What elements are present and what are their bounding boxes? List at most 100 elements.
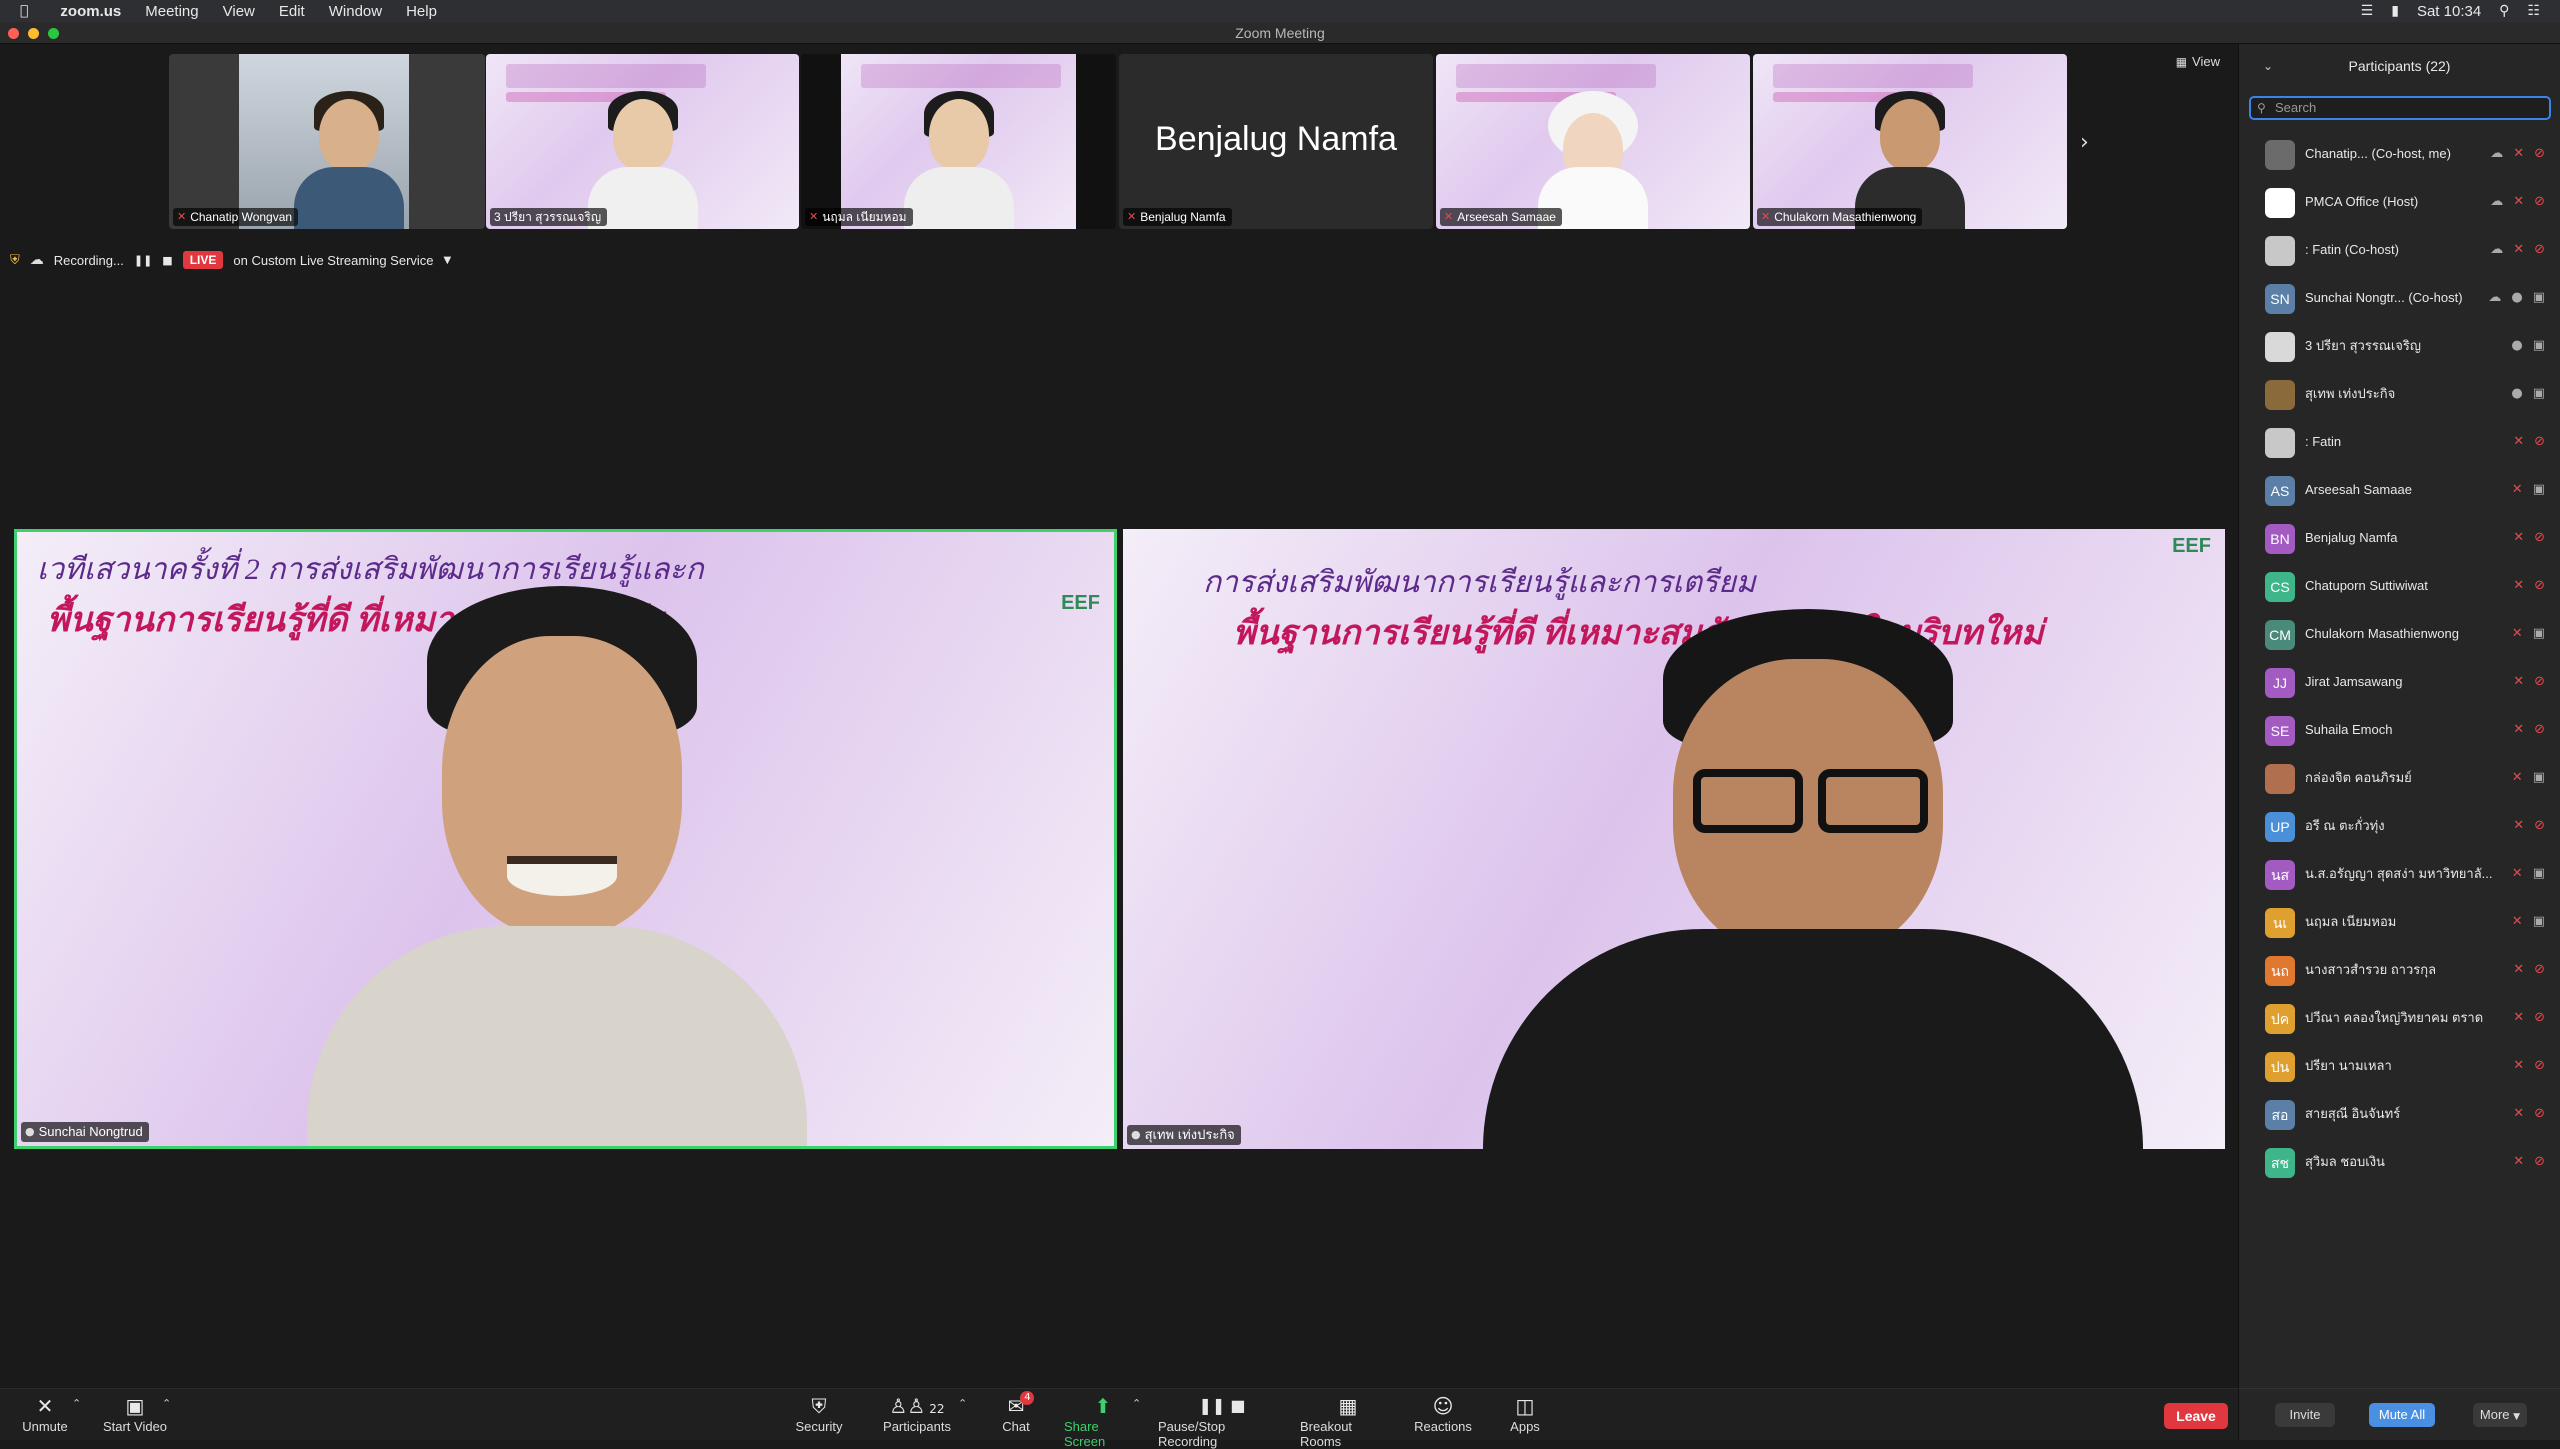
cloud-icon: ☁ <box>2488 290 2502 305</box>
mic-muted-icon: ✕ <box>809 210 819 223</box>
battery-icon[interactable]: ▮ <box>2391 3 2399 19</box>
video-options-caret[interactable]: ⌃ <box>162 1397 171 1410</box>
reactions-button[interactable]: ☺ Reactions <box>1414 1393 1472 1434</box>
avatar: SE <box>2265 716 2295 746</box>
participant-name: PMCA Office (Host) <box>2305 194 2419 209</box>
avatar: AS <box>2265 476 2295 506</box>
avatar: นส <box>2265 860 2295 890</box>
participant-status-icons: ✕ ⊘ <box>2513 514 2545 562</box>
menu-edit[interactable]: Edit <box>279 3 305 20</box>
participant-row[interactable]: CS Chatuporn Suttiwiwat ✕ ⊘ <box>2239 562 2560 610</box>
chat-button[interactable]: ✉ 4 Chat <box>998 1391 1035 1434</box>
thumbnail-video[interactable]: ✕ Chanatip Wongvan <box>169 54 485 229</box>
participant-row[interactable]: BN Benjalug Namfa ✕ ⊘ <box>2239 514 2560 562</box>
security-button[interactable]: ⛨ Security <box>790 1393 848 1434</box>
participant-name: ปวีณา คลองใหญ่วิทยาคม ตราด <box>2305 1010 2484 1025</box>
menu-window[interactable]: Window <box>329 3 382 20</box>
unmute-button[interactable]: ✕ Unmute <box>22 1393 68 1434</box>
search-input[interactable]: ⚲ Search <box>2249 96 2551 120</box>
participant-row[interactable]: นถ นางสาวสำรวย ถาวรกุล ✕ ⊘ <box>2239 946 2560 994</box>
video-icon: ▣ <box>2532 914 2545 929</box>
participant-row[interactable]: ปค ปวีณา คลองใหญ่วิทยาคม ตราด ✕ ⊘ <box>2239 994 2560 1042</box>
search-icon[interactable]: ⚲ <box>2499 3 2509 19</box>
chevron-down-icon[interactable]: ▼ <box>444 255 452 266</box>
chevron-down-icon[interactable]: ⌄ <box>2263 44 2273 88</box>
participants-options-caret[interactable]: ⌃ <box>958 1397 967 1410</box>
participant-row[interactable]: : Fatin ✕ ⊘ <box>2239 418 2560 466</box>
participant-name-tag: ✕ Arseesah Samaae <box>1440 208 1562 226</box>
apps-icon: ◫ <box>1515 1394 1535 1418</box>
participant-row[interactable]: กล่องจิต คอนภิรมย์ ✕ ▣ <box>2239 754 2560 802</box>
control-center-icon[interactable]: ☷ <box>2527 3 2540 19</box>
video-off-icon: ▣ <box>125 1394 145 1418</box>
participant-row[interactable]: CM Chulakorn Masathienwong ✕ ▣ <box>2239 610 2560 658</box>
thumbnail-video[interactable]: ✕ Arseesah Samaae <box>1436 54 1750 229</box>
participant-row[interactable]: สุเทพ เท่งประกิจ ● ▣ <box>2239 370 2560 418</box>
mute-all-button[interactable]: Mute All <box>2369 1403 2435 1427</box>
thumbnail-video[interactable]: ✕ Chulakorn Masathienwong <box>1753 54 2067 229</box>
video-off-icon: ⊘ <box>2534 1106 2545 1121</box>
live-badge: LIVE <box>182 251 224 269</box>
participant-row[interactable]: Chanatip... (Co-host, me) ☁ ✕ ⊘ <box>2239 130 2560 178</box>
participant-row[interactable]: UP อรี ณ ตะกั่วทุ่ง ✕ ⊘ <box>2239 802 2560 850</box>
pause-recording-icon[interactable]: ❚❚ <box>134 254 152 267</box>
menu-view[interactable]: View <box>223 3 255 20</box>
stop-recording-icon[interactable]: ■ <box>162 254 172 267</box>
participant-name: Chanatip... (Co-host, me) <box>2305 146 2451 161</box>
participant-row[interactable]: 3 ปรียา สุวรรณเจริญ ● ▣ <box>2239 322 2560 370</box>
mic-muted-icon: ✕ <box>1761 210 1771 223</box>
microphone-icon: ● <box>2511 386 2523 401</box>
menu-help[interactable]: Help <box>406 3 437 20</box>
share-options-caret[interactable]: ⌃ <box>1132 1397 1141 1410</box>
video-off-icon: ⊘ <box>2534 434 2545 449</box>
leave-button[interactable]: Leave <box>2164 1403 2228 1429</box>
participant-row[interactable]: : Fatin (Co-host) ☁ ✕ ⊘ <box>2239 226 2560 274</box>
eef-logo: EEF <box>2172 535 2211 557</box>
video-off-icon: ⊘ <box>2534 242 2545 257</box>
menu-app-name[interactable]: zoom.us <box>60 3 121 20</box>
live-service-label[interactable]: on Custom Live Streaming Service <box>233 253 433 268</box>
wifi-icon[interactable]: ☰ <box>2361 3 2374 19</box>
invite-button[interactable]: Invite <box>2275 1403 2335 1427</box>
menu-meeting[interactable]: Meeting <box>145 3 198 20</box>
avatar <box>2265 236 2295 266</box>
microphone-muted-icon: ✕ <box>2511 914 2523 929</box>
speaker-video[interactable]: การส่งเสริมพัฒนาการเรียนรู้และการเตรียม … <box>1123 529 2225 1149</box>
share-screen-button[interactable]: ⬆ Share Screen <box>1064 1393 1142 1449</box>
menubar-clock[interactable]: Sat 10:34 <box>2417 3 2481 20</box>
video-off-icon: ⊘ <box>2534 1154 2545 1169</box>
avatar: CM <box>2265 620 2295 650</box>
next-page-arrow-icon[interactable]: › <box>2080 130 2089 155</box>
thumbnail-video[interactable]: ✕ นฤมล เนียมหอม <box>801 54 1116 229</box>
participant-row[interactable]: PMCA Office (Host) ☁ ✕ ⊘ <box>2239 178 2560 226</box>
apps-button[interactable]: ◫ Apps <box>1508 1393 1542 1434</box>
breakout-rooms-button[interactable]: ▦ Breakout Rooms <box>1300 1393 1396 1449</box>
participant-row[interactable]: สช สุวิมล ชอบเงิน ✕ ⊘ <box>2239 1138 2560 1186</box>
search-icon: ⚲ <box>2257 101 2266 115</box>
participant-row[interactable]: SE Suhaila Emoch ✕ ⊘ <box>2239 706 2560 754</box>
chat-icon: ✉ 4 <box>1008 1391 1035 1419</box>
speaker-video[interactable]: เวทีเสวนาครั้งที่ 2 การส่งเสริมพัฒนาการเ… <box>14 529 1117 1149</box>
thumbnail-video[interactable]: 3 ปรียา สุวรรณเจริญ <box>486 54 799 229</box>
audio-options-caret[interactable]: ⌃ <box>72 1397 81 1410</box>
mic-muted-icon: ✕ <box>1127 210 1137 223</box>
participant-row[interactable]: สอ สายสุณี อินจันทร์ ✕ ⊘ <box>2239 1090 2560 1138</box>
participant-row[interactable]: SN Sunchai Nongtr... (Co-host) ☁ ● ▣ <box>2239 274 2560 322</box>
participants-button[interactable]: ♙♙ 22 Participants <box>880 1393 954 1434</box>
participant-row[interactable]: JJ Jirat Jamsawang ✕ ⊘ <box>2239 658 2560 706</box>
participant-row[interactable]: นเ นฤมล เนียมหอม ✕ ▣ <box>2239 898 2560 946</box>
participant-name: 3 ปรียา สุวรรณเจริญ <box>2305 338 2421 353</box>
more-button[interactable]: More ▼ <box>2473 1403 2527 1427</box>
start-video-button[interactable]: ▣ Start Video <box>100 1393 170 1434</box>
participant-row[interactable]: ปน ปรียา นามเหลา ✕ ⊘ <box>2239 1042 2560 1090</box>
participant-row[interactable]: นส น.ส.อรัญญา สุดสง่า มหาวิทยาลั... ✕ ▣ <box>2239 850 2560 898</box>
participant-status-icons: ☁ ✕ ⊘ <box>2490 226 2545 274</box>
shield-icon[interactable]: ⛨ <box>10 253 20 268</box>
microphone-muted-icon: ✕ <box>2511 482 2523 497</box>
participant-row[interactable]: AS Arseesah Samaae ✕ ▣ <box>2239 466 2560 514</box>
thumbnail-video[interactable]: Benjalug Namfa ✕ Benjalug Namfa <box>1119 54 1433 229</box>
apple-icon[interactable]:  <box>20 3 28 19</box>
pause-stop-recording-button[interactable]: ❚❚ ■ Pause/Stop Recording <box>1158 1393 1286 1449</box>
microphone-muted-icon: ✕ <box>2513 146 2525 161</box>
view-button[interactable]: ▦ View <box>2176 54 2220 69</box>
